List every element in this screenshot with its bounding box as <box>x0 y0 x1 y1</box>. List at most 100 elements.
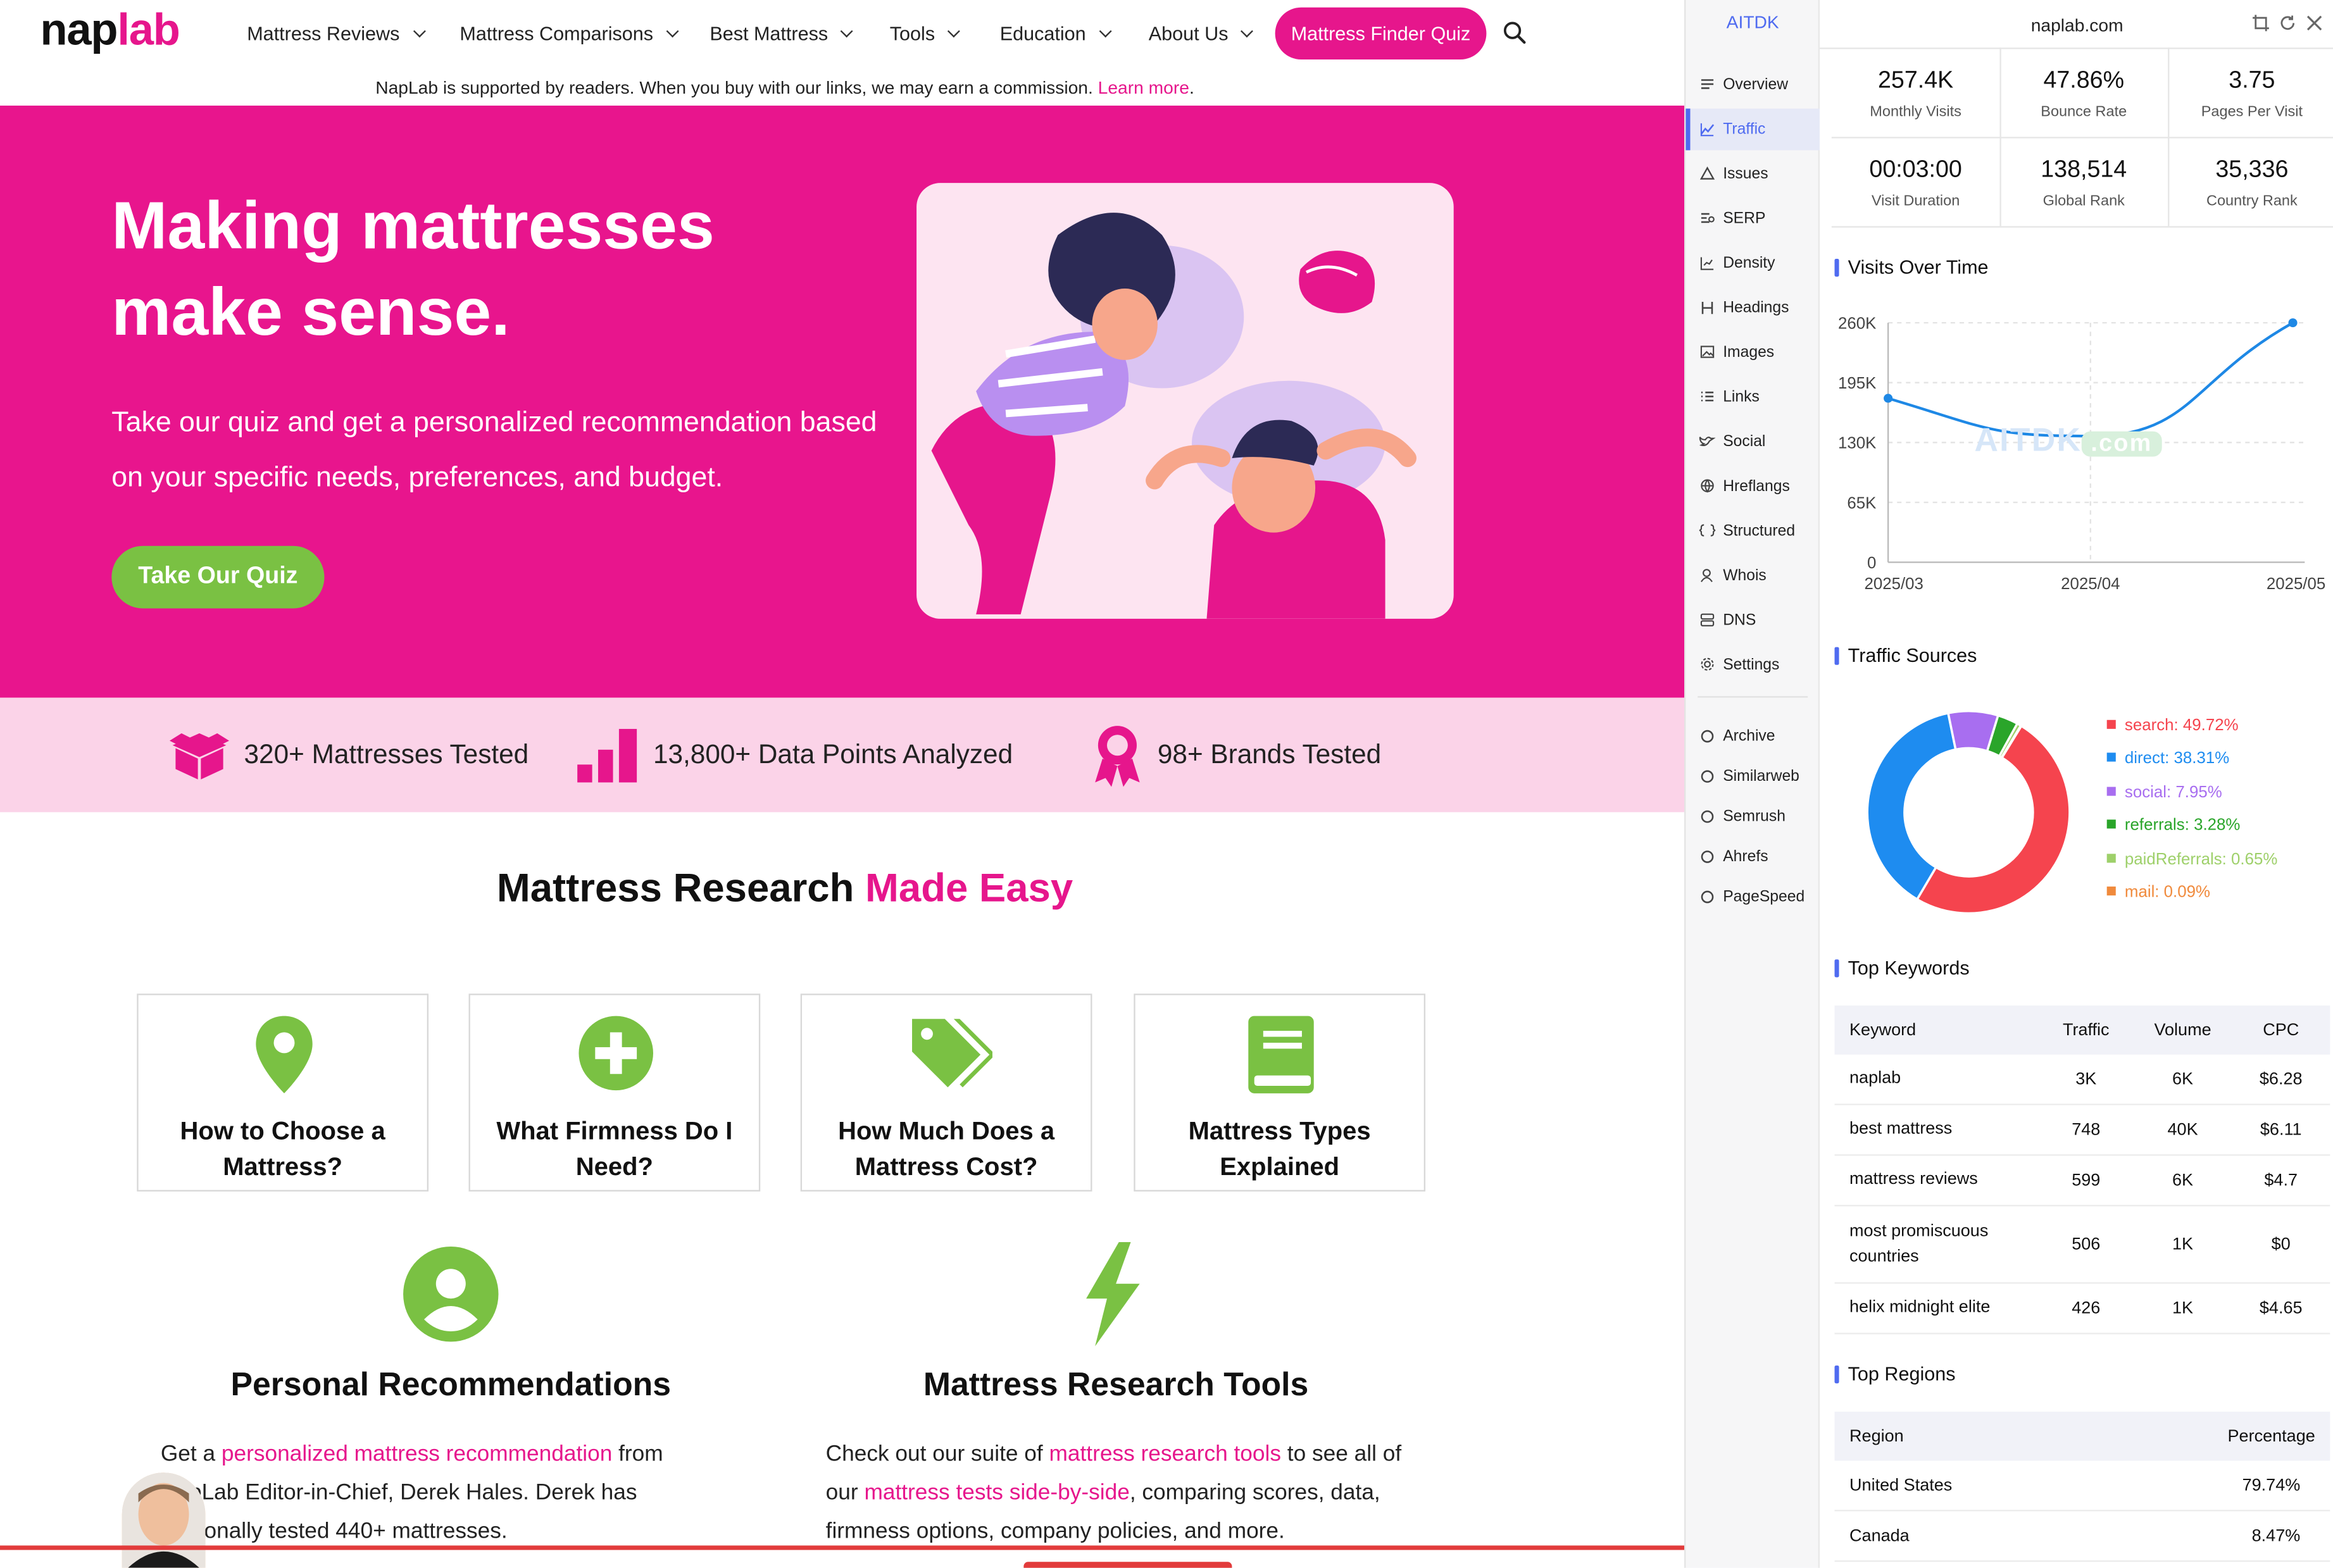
sidebar-item-dns[interactable]: DNS <box>1686 599 1820 641</box>
whois-icon <box>1701 569 1713 582</box>
sidebar-item-social[interactable]: Social <box>1686 421 1820 463</box>
regions-header-row: Region Percentage <box>1834 1411 2330 1461</box>
sidebar-item-links[interactable]: Links <box>1686 376 1820 418</box>
metric-country-rank: 35,336 Country Rank <box>2206 158 2298 210</box>
legend-swatch <box>2106 753 2116 762</box>
nav-best-mattress[interactable]: Best Mattress <box>710 22 854 45</box>
user-circle-icon <box>403 1246 499 1342</box>
bar-chart-icon <box>577 728 637 782</box>
legend-direct[interactable]: direct: 38.31% <box>2106 750 2229 768</box>
map-pin-icon <box>256 1016 313 1093</box>
nav-mattress-comparisons[interactable]: Mattress Comparisons <box>460 22 679 45</box>
nav-education[interactable]: Education <box>1000 22 1112 45</box>
section-title: Mattress Research Made Easy <box>496 866 1073 911</box>
links-icon <box>1701 391 1714 402</box>
sidebar-item-traffic[interactable]: Traffic <box>1686 108 1820 151</box>
sidebar-tool-pagespeed[interactable]: PageSpeed <box>1686 876 1820 918</box>
percentage-column-header: Percentage <box>2227 1427 2315 1445</box>
tests-side-by-side-link[interactable]: mattress tests side-by-side <box>864 1480 1129 1505</box>
crop-icon[interactable] <box>2253 15 2269 32</box>
similarweb-icon <box>1701 770 1714 783</box>
cpc-column-header[interactable]: CPC <box>2232 1005 2330 1055</box>
sidebar-item-headings[interactable]: Headings <box>1686 287 1820 329</box>
traffic-column-header[interactable]: Traffic <box>2034 1005 2139 1055</box>
aitdk-extension-panel: AITDK Overview Traffic Issues SERP Density He… <box>1684 0 2333 1568</box>
card-types[interactable]: Mattress Types Explained <box>1134 993 1426 1192</box>
y-tick-label: 260K <box>1838 315 1876 333</box>
legend-paidreferrals[interactable]: paidReferrals: 0.65% <box>2106 850 2277 868</box>
dns-icon <box>1700 613 1715 626</box>
naplab-logo[interactable]: naplab <box>40 6 180 56</box>
social-icon <box>1699 437 1716 446</box>
chevron-down-icon <box>412 25 425 38</box>
x-tick-label: 2025/03 <box>1865 575 1923 593</box>
keyword-row[interactable]: best mattress 748 40K $6.11 <box>1834 1105 2330 1156</box>
sidebar-tool-ahrefs[interactable]: Ahrefs <box>1686 836 1820 878</box>
x-tick-label: 2025/05 <box>2267 575 2325 593</box>
research-tools-link[interactable]: mattress research tools <box>1049 1441 1281 1467</box>
chevron-down-icon <box>1241 25 1254 38</box>
headings-icon <box>1701 301 1713 314</box>
semrush-icon <box>1701 810 1714 823</box>
nav-tools[interactable]: Tools <box>890 22 961 45</box>
refresh-icon[interactable] <box>2279 15 2296 32</box>
keyword-cell: most promiscuous countries <box>1849 1222 1989 1266</box>
legend-search[interactable]: search: 49.72% <box>2106 717 2239 735</box>
volume-cell: 1K <box>2172 1235 2194 1254</box>
y-tick-label: 0 <box>1867 554 1876 572</box>
aitdk-brand: AITDK <box>1726 11 1779 33</box>
traffic-sources-heading: Traffic Sources <box>1834 644 1977 666</box>
keyword-row[interactable]: most promiscuous countries 506 1K $0 <box>1834 1206 2330 1284</box>
affiliate-notice: NapLab is supported by readers. When you… <box>375 77 1194 99</box>
volume-cell: 40K <box>2167 1121 2198 1139</box>
sidebar-item-serp[interactable]: SERP <box>1686 198 1820 240</box>
search-icon[interactable] <box>1503 21 1527 45</box>
personalized-recommendation-link[interactable]: personalized mattress recommendation <box>222 1441 612 1467</box>
sidebar-item-hreflangs[interactable]: Hreflangs <box>1686 466 1820 507</box>
volume-cell: 6K <box>2172 1070 2194 1088</box>
card-firmness[interactable]: What Firmness Do I Need? <box>468 993 761 1192</box>
mattress-finder-quiz-button[interactable]: Mattress Finder Quiz <box>1275 7 1487 60</box>
sidebar-tool-similarweb[interactable]: Similarweb <box>1686 756 1820 797</box>
sidebar-item-issues[interactable]: Issues <box>1686 153 1820 195</box>
aitdk-watermark: AITDK .com <box>1974 421 2161 459</box>
sidebar-item-whois[interactable]: Whois <box>1686 555 1820 597</box>
take-quiz-button[interactable]: Take Our Quiz <box>111 545 325 609</box>
card-cost[interactable]: How Much Does a Mattress Cost? <box>800 993 1092 1192</box>
sidebar-item-settings[interactable]: Settings <box>1686 644 1820 686</box>
bottom-bar-tab[interactable] <box>1023 1562 1232 1568</box>
sidebar-item-structured[interactable]: Structured <box>1686 510 1820 552</box>
legend-social[interactable]: social: 7.95% <box>2106 783 2222 802</box>
keyword-row[interactable]: naplab 3K 6K $6.28 <box>1834 1055 2330 1105</box>
top-regions-heading: Top Regions <box>1834 1362 1956 1385</box>
sidebar-tool-semrush[interactable]: Semrush <box>1686 796 1820 838</box>
settings-icon <box>1701 657 1714 671</box>
legend-referrals[interactable]: referrals: 3.28% <box>2106 817 2240 835</box>
volume-cell: 6K <box>2172 1171 2194 1190</box>
metric-visit-duration: 00:03:00 Visit Duration <box>1869 158 1962 210</box>
learn-more-link[interactable]: Learn more <box>1098 77 1189 98</box>
visits-data-point <box>2288 318 2298 328</box>
region-column-header: Region <box>1849 1427 1904 1445</box>
nav-mattress-reviews[interactable]: Mattress Reviews <box>247 22 425 45</box>
traffic-cell: 599 <box>2072 1171 2101 1190</box>
website: naplab Mattress Reviews Mattress Compari… <box>0 0 1685 1568</box>
sidebar-item-density[interactable]: Density <box>1686 242 1820 284</box>
close-icon[interactable] <box>2306 15 2323 32</box>
visits-over-time-heading: Visits Over Time <box>1834 256 1989 278</box>
lightning-bolt-icon <box>1086 1241 1140 1347</box>
legend-mail[interactable]: mail: 0.09% <box>2106 883 2210 902</box>
hero-illustration <box>916 183 1454 619</box>
volume-column-header[interactable]: Volume <box>2134 1005 2232 1055</box>
card-how-to-choose[interactable]: How to Choose a Mattress? <box>137 993 429 1192</box>
keywords-header-row: Keyword Traffic Volume CPC <box>1834 1005 2330 1055</box>
keyword-cell: naplab <box>1849 1069 1901 1088</box>
nav-about-us[interactable]: About Us <box>1149 22 1254 45</box>
sidebar-item-images[interactable]: Images <box>1686 332 1820 373</box>
sidebar-item-overview[interactable]: Overview <box>1686 64 1820 106</box>
y-tick-label: 195K <box>1838 375 1876 392</box>
keyword-row[interactable]: helix midnight elite 426 1K $4.65 <box>1834 1284 2330 1335</box>
legend-swatch <box>2106 719 2116 729</box>
sidebar-tool-archive[interactable]: Archive <box>1686 716 1820 757</box>
keyword-row[interactable]: mattress reviews 599 6K $4.7 <box>1834 1156 2330 1207</box>
